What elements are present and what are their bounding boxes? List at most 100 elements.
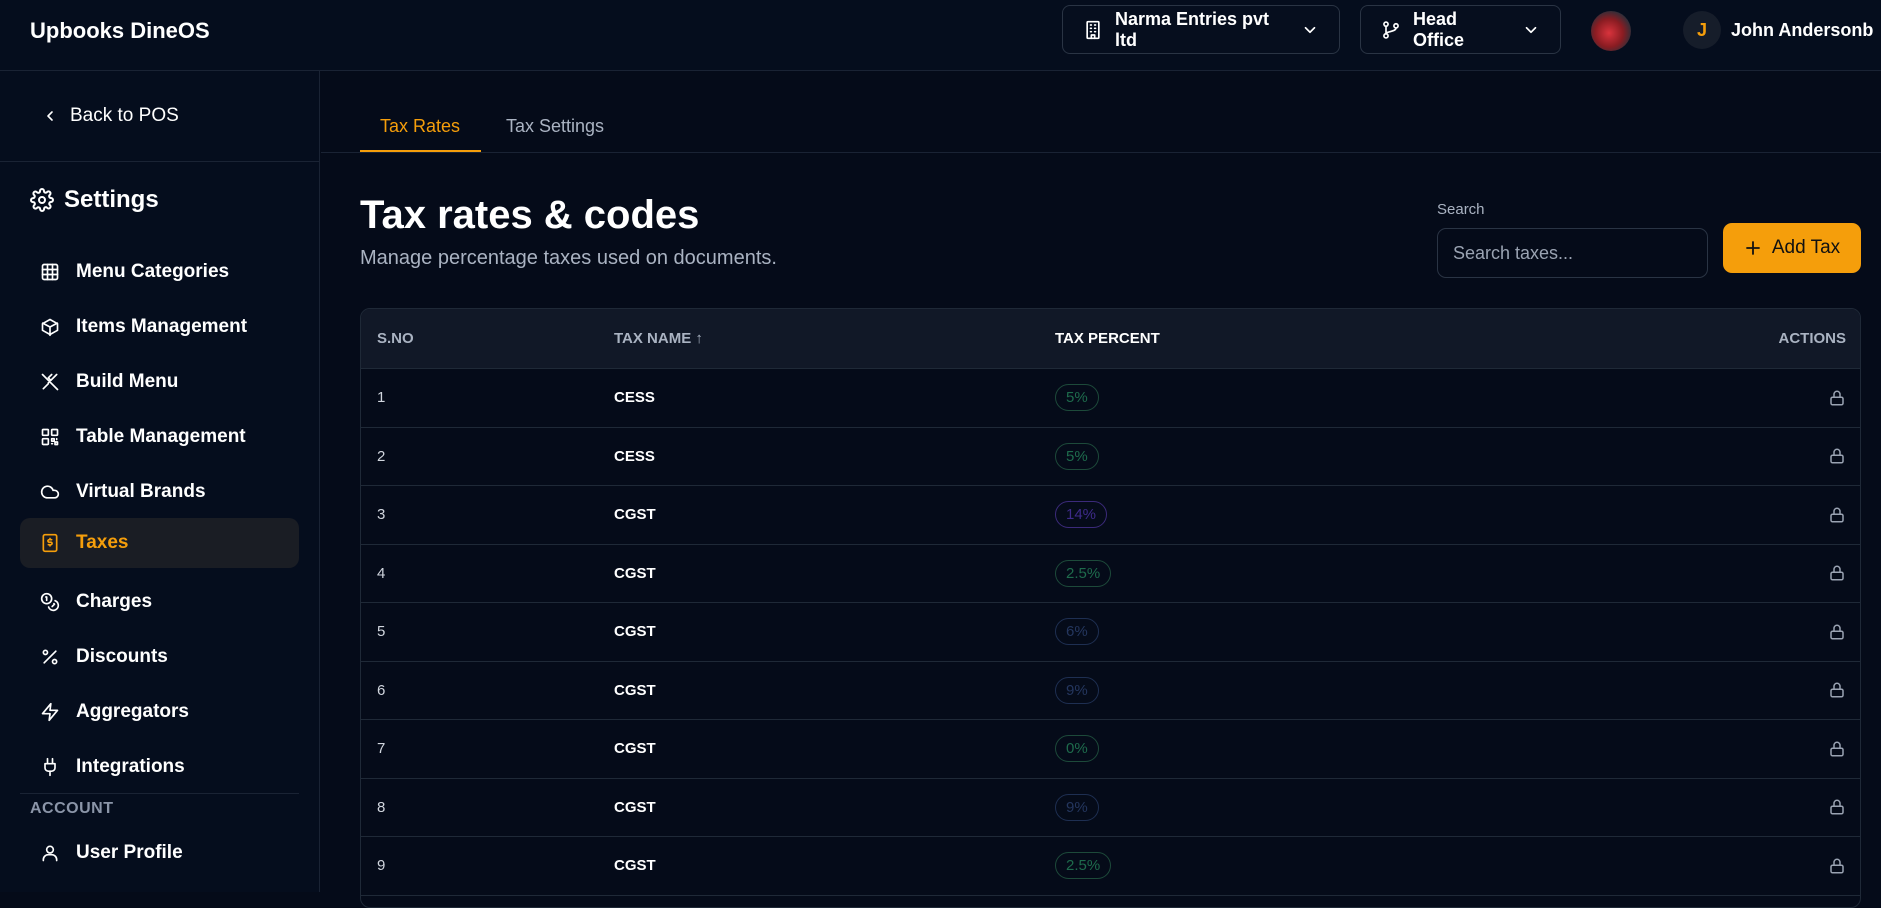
grid-icon	[41, 263, 59, 281]
lock-icon[interactable]	[1828, 447, 1846, 465]
cell-tax-name: CGST	[614, 798, 656, 816]
sidebar-item-virtual-brands[interactable]: Virtual Brands	[20, 467, 299, 517]
table-row: 8 CGST 9%	[361, 779, 1860, 837]
sidebar-item-user-profile[interactable]: User Profile	[20, 828, 299, 878]
back-label: Back to POS	[70, 105, 179, 126]
percent-badge: 6%	[1055, 618, 1099, 646]
cell-tax-name: CGST	[614, 857, 656, 875]
cell-tax-name: CGST	[614, 506, 656, 524]
plus-icon	[1745, 241, 1760, 255]
lock-icon[interactable]	[1828, 681, 1846, 699]
column-header-sno: S.NO	[377, 330, 414, 347]
chevron-down-icon	[1304, 26, 1316, 33]
receipt-icon	[42, 533, 58, 553]
sidebar-item-taxes[interactable]: Taxes	[20, 518, 299, 568]
percent-badge: 0%	[1055, 735, 1099, 763]
percent-badge: 5%	[1055, 384, 1099, 412]
cell-actions	[1539, 389, 1860, 407]
sidebar-item-items-management[interactable]: Items Management	[20, 302, 299, 352]
lock-icon[interactable]	[1828, 506, 1846, 524]
sidebar-item-label: Aggregators	[76, 701, 189, 722]
cell-tax-name: CGST	[614, 623, 656, 641]
cell-tax-percent: 0%	[1039, 735, 1539, 763]
lock-icon[interactable]	[1828, 740, 1846, 758]
add-tax-button[interactable]: Add Tax	[1723, 223, 1861, 273]
lock-icon[interactable]	[1828, 389, 1846, 407]
sidebar-item-label: Build Menu	[76, 371, 179, 392]
lock-icon[interactable]	[1828, 798, 1846, 816]
sidebar-item-charges[interactable]: Charges	[20, 577, 299, 627]
cell-sno: 7	[377, 740, 386, 758]
company-name: Narma Entries pvt ltd	[1115, 8, 1270, 50]
divider	[0, 161, 320, 162]
cell-actions	[1539, 740, 1860, 758]
tab-tax-rates[interactable]: Tax Rates	[380, 116, 460, 137]
top-bar: Upbooks DineOS Narma Entries pvt ltd Hea…	[0, 0, 1881, 71]
table-row: 9 CGST 2.5%	[361, 837, 1860, 896]
search-input[interactable]	[1437, 228, 1708, 278]
sidebar-item-integrations[interactable]: Integrations	[20, 742, 299, 792]
user-avatar[interactable]: J	[1683, 11, 1721, 49]
percent-badge: 2.5%	[1055, 559, 1112, 587]
lock-icon[interactable]	[1828, 857, 1846, 875]
percent-badge: 9%	[1055, 793, 1099, 821]
sidebar-item-label: Table Management	[76, 426, 246, 447]
cell-sno: 8	[377, 798, 386, 816]
page-title: Tax rates & codes	[360, 193, 700, 237]
sidebar-item-build-menu[interactable]: Build Menu	[20, 357, 299, 407]
sidebar-item-label: Taxes	[76, 532, 129, 553]
zap-icon	[41, 702, 59, 722]
column-header-tax-percent[interactable]: TAX PERCENT	[1039, 330, 1539, 347]
table-row: 3 CGST 14%	[361, 486, 1860, 545]
user-name[interactable]: John Andersonb	[1731, 20, 1873, 41]
cell-actions	[1539, 623, 1860, 641]
table-row: 5 CGST 6%	[361, 603, 1860, 662]
percent-icon	[42, 649, 58, 665]
chevron-down-icon	[1525, 26, 1537, 33]
column-header-tax-name[interactable]: TAX NAME ↑	[598, 330, 1039, 347]
box-icon	[41, 318, 59, 337]
sidebar: Back to POS Settings Menu Categories Ite…	[0, 71, 320, 892]
cell-sno: 5	[377, 623, 386, 641]
building-icon	[1086, 20, 1100, 39]
sidebar-item-aggregators[interactable]: Aggregators	[20, 687, 299, 737]
sidebar-item-label: User Profile	[76, 842, 183, 863]
branch-selector[interactable]: Head Office	[1360, 5, 1561, 54]
app-brand[interactable]: Upbooks DineOS	[30, 18, 210, 44]
back-to-pos-link[interactable]: Back to POS	[42, 105, 179, 127]
table-header: S.NO TAX NAME ↑ TAX PERCENT ACTIONS	[361, 309, 1860, 369]
company-selector[interactable]: Narma Entries pvt ltd	[1062, 5, 1340, 54]
cell-tax-name: CGST	[614, 564, 656, 582]
cell-actions	[1539, 798, 1860, 816]
git-branch-icon	[1383, 20, 1399, 39]
settings-title: Settings	[64, 186, 159, 213]
cell-tax-percent: 2.5%	[1039, 852, 1539, 880]
cell-tax-percent: 5%	[1039, 384, 1539, 412]
cell-actions	[1539, 857, 1860, 875]
cell-tax-percent: 14%	[1039, 501, 1539, 529]
percent-badge: 14%	[1055, 501, 1108, 529]
divider	[20, 793, 299, 794]
tab-tax-settings[interactable]: Tax Settings	[506, 116, 604, 137]
gear-icon	[30, 188, 54, 212]
cell-actions	[1539, 447, 1860, 465]
chevron-left-icon	[47, 111, 53, 121]
lock-icon[interactable]	[1828, 564, 1846, 582]
percent-badge: 5%	[1055, 442, 1099, 470]
sidebar-item-table-management[interactable]: Table Management	[20, 412, 299, 462]
branch-name: Head Office	[1413, 8, 1465, 50]
cell-tax-percent: 9%	[1039, 676, 1539, 704]
sidebar-item-discounts[interactable]: Discounts	[20, 632, 299, 682]
cell-tax-percent: 6%	[1039, 618, 1539, 646]
cell-sno: 1	[377, 389, 386, 407]
sidebar-item-label: Menu Categories	[76, 261, 230, 282]
cell-tax-name: CGST	[614, 681, 656, 699]
company-logo-avatar[interactable]	[1591, 11, 1631, 51]
lock-icon[interactable]	[1828, 623, 1846, 641]
cell-sno: 3	[377, 506, 386, 524]
sidebar-item-menu-categories[interactable]: Menu Categories	[20, 247, 299, 297]
percent-badge: 2.5%	[1055, 852, 1112, 880]
account-section-label: ACCOUNT	[30, 800, 114, 817]
user-icon	[42, 845, 58, 862]
plug-icon	[44, 757, 56, 777]
